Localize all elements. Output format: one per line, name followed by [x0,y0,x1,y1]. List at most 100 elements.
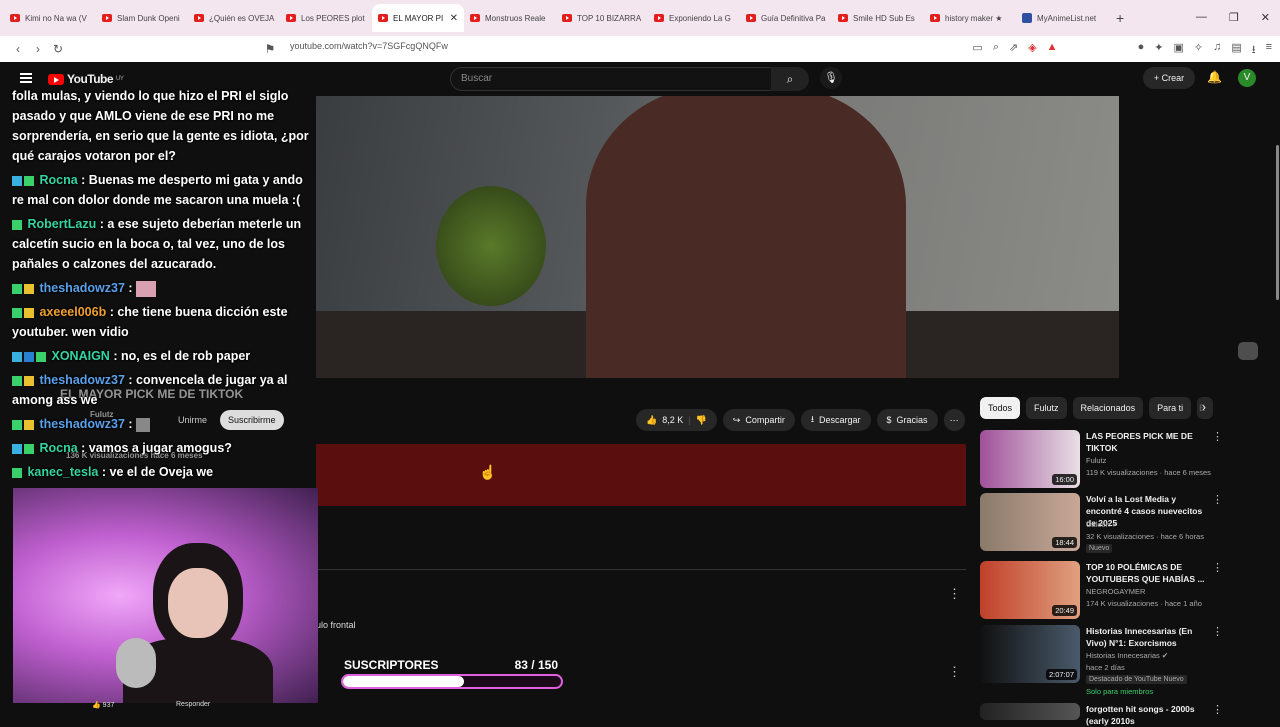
more-options-icon[interactable]: ⋮ [1212,430,1223,443]
recommended-video[interactable]: 20:49 TOP 10 POLÉMICAS DE YOUTUBERS QUE … [980,561,1223,623]
more-options-icon[interactable]: ⋮ [1212,493,1223,506]
extension-icon[interactable]: ● [1138,41,1145,60]
chat-username: axeeel006b [39,305,107,319]
emote-icon [136,280,157,297]
tab-label: Smile HD Sub Es [853,13,915,23]
close-tab-icon[interactable]: ✕ [450,13,458,24]
channel-name[interactable]: NEGROGAYMER [1086,587,1145,596]
video-frame-plant [436,186,546,306]
chat-username: Rocna [39,441,78,455]
url-field[interactable]: youtube.com/watch?v=7SGFcgQNQFw [290,41,448,51]
chip-para-ti[interactable]: Para ti [1149,397,1192,419]
video-thumbnail[interactable]: 18:44 [980,493,1080,551]
browser-tab[interactable]: Exponiendo La G [648,4,740,32]
alert-icon[interactable]: ▲ [1047,41,1058,60]
video-thumbnail[interactable]: 16:00 [980,430,1080,488]
recommended-video[interactable]: 18:44 Volví a la Lost Media y encontré 4… [980,493,1223,555]
music-icon[interactable]: ♫ [1213,41,1221,60]
channel-name[interactable]: Fulutz [1086,456,1106,465]
screen-icon[interactable]: ▭ [972,41,982,60]
download-button[interactable]: ⭳ Descargar [800,409,871,431]
hamburger-menu-icon[interactable] [20,73,32,83]
like-count: 8,2 K [662,415,684,425]
video-player[interactable] [316,96,1119,378]
video-title[interactable]: TOP 10 POLÉMICAS DE YOUTUBERS QUE HABÍAS… [1086,561,1206,585]
recommended-video[interactable]: 2:07:07 Historias Innecesarias (En Vivo)… [980,625,1223,697]
more-options-icon[interactable]: ⋮ [1212,561,1223,574]
back-icon[interactable]: ‹ [8,42,28,56]
channel-name[interactable]: Cáleon ✔ [1086,520,1118,529]
comment-more-icon[interactable]: ⋮ [948,586,961,602]
zoom-icon[interactable]: ⌕ [993,41,999,60]
account-avatar[interactable]: V [1238,69,1256,87]
browser-tab[interactable]: ¿Quién es OVEJA [188,4,280,32]
browser-tab[interactable]: TOP 10 BIZARRA [556,4,648,32]
cast-icon[interactable]: ▣ [1173,41,1183,60]
search-input[interactable]: Buscar [450,67,772,91]
video-title[interactable]: LAS PEORES PICK ME DE TIKTOK [1086,430,1206,454]
video-thumbnail[interactable]: 20:49 [980,561,1080,619]
diamond-badge-icon [36,351,46,362]
chip-relacionados[interactable]: Relacionados [1072,397,1144,419]
sidebar-icon[interactable]: ▤ [1231,41,1241,60]
browser-tab[interactable]: history maker ★ [924,4,1016,32]
chip-fulutz[interactable]: Fulutz [1026,397,1067,419]
notifications-bell-icon[interactable]: 🔔 [1207,70,1222,84]
comment-like-count[interactable]: 👍 937 [92,701,114,709]
video-title[interactable]: Historias Innecesarias (En Vivo) N°1: Ex… [1086,625,1206,649]
recommended-video[interactable]: forgotten hit songs - 2000s (early 2010s… [980,703,1223,726]
channel-name[interactable]: Historias Innecesarias ✔ [1086,651,1168,660]
new-tab-icon[interactable]: + [1116,10,1124,26]
voice-search-button[interactable]: 🎙 [820,67,842,89]
like-button[interactable]: 👍 8,2 K | 👎 [636,409,717,431]
tab-label: Exponiendo La G [669,13,731,23]
youtube-logo[interactable]: YouTube UY [48,72,124,86]
menu-icon[interactable]: ≡ [1266,41,1272,60]
page-scrollbar[interactable] [1276,145,1279,300]
youtube-favicon-icon [10,14,20,22]
channel-watermark-icon[interactable] [1238,342,1258,360]
thanks-button[interactable]: $ Gracias [876,409,938,431]
reply-button[interactable]: Responder [176,701,210,708]
browser-tab[interactable]: Smile HD Sub Es [832,4,924,32]
browser-tab[interactable]: MyAnimeList.net [1016,4,1108,32]
browser-tab-active[interactable]: EL MAYOR PI ✕ [372,4,464,32]
browser-tab[interactable]: Monstruos Reale [464,4,556,32]
video-thumbnail[interactable] [980,703,1080,720]
search-button[interactable]: ⌕ [771,67,809,91]
download-icon[interactable]: ⭳ [1252,41,1256,60]
bookmark-icon[interactable]: ⚑ [260,42,280,56]
restore-icon[interactable]: ❐ [1229,11,1239,24]
close-window-icon[interactable]: ✕ [1261,11,1270,24]
browser-tab[interactable]: Kimi no Na wa (V [4,4,96,32]
shield-icon[interactable]: ◈ [1028,41,1036,60]
browser-tab[interactable]: Guía Definitiva Pa [740,4,832,32]
youtube-favicon-icon [654,14,664,22]
crown-badge-icon [24,283,34,294]
video-meta: 119 K visualizaciones · hace 6 meses [1086,468,1211,477]
forward-icon[interactable]: › [28,42,48,56]
ai-icon[interactable]: ✧ [1194,41,1203,60]
chevron-right-icon[interactable]: › [1202,400,1206,414]
chat-username: theshadowz37 [39,417,125,431]
chip-todos[interactable]: Todos [980,397,1021,419]
tab-label: TOP 10 BIZARRA [577,13,642,23]
more-actions-button[interactable]: ⋯ [943,409,965,431]
browser-tab[interactable]: Slam Dunk Openi [96,4,188,32]
minimize-icon[interactable]: — [1196,11,1207,24]
video-thumbnail[interactable]: 2:07:07 [980,625,1080,683]
recommended-video[interactable]: 16:00 LAS PEORES PICK ME DE TIKTOK Fulut… [980,430,1223,492]
thumbs-down-icon[interactable]: 👎 [696,415,707,426]
create-button[interactable]: + Crear [1143,67,1195,89]
reload-icon[interactable]: ↻ [48,42,68,56]
puzzle-icon[interactable]: ✦ [1154,41,1163,60]
browser-tab[interactable]: Los PEORES plot [280,4,372,32]
crown-badge-icon [24,375,34,386]
share-icon[interactable]: ⇗ [1009,41,1018,60]
share-button[interactable]: ↪ Compartir [722,409,795,431]
comment-more-icon[interactable]: ⋮ [948,664,961,680]
description-panel[interactable] [316,444,966,506]
more-options-icon[interactable]: ⋮ [1212,703,1223,716]
more-options-icon[interactable]: ⋮ [1212,625,1223,638]
video-title[interactable]: forgotten hit songs - 2000s (early 2010s [1086,703,1206,727]
